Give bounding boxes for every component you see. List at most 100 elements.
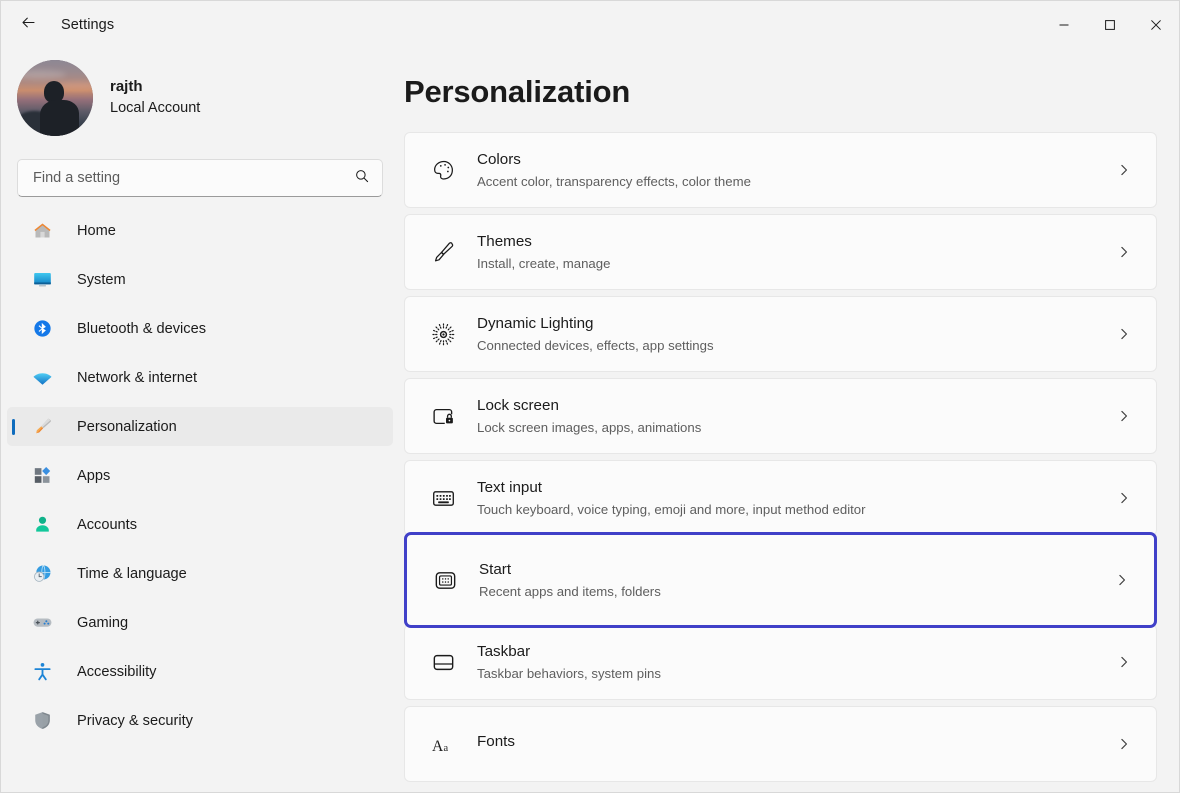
accessibility-icon xyxy=(31,661,53,683)
main-content: Personalization Colors Accent color, tra… xyxy=(399,48,1179,792)
avatar xyxy=(17,59,93,136)
time-language-icon xyxy=(31,563,53,585)
sidebar-item-label: Accessibility xyxy=(77,663,157,680)
bluetooth-icon xyxy=(31,318,53,340)
card-text: Themes Install, create, manage xyxy=(477,232,1110,273)
sidebar-item-home[interactable]: Home xyxy=(7,211,393,250)
search-input[interactable] xyxy=(33,170,354,186)
account-text: rajth Local Account xyxy=(110,77,200,118)
settings-card-dynamic-lighting[interactable]: Dynamic Lighting Connected devices, effe… xyxy=(404,296,1157,372)
sidebar-item-apps[interactable]: Apps xyxy=(7,456,393,495)
sidebar-item-network[interactable]: Network & internet xyxy=(7,358,393,397)
close-button[interactable] xyxy=(1133,1,1179,48)
back-button[interactable] xyxy=(11,9,45,41)
selection-indicator xyxy=(12,418,15,435)
sidebar-item-label: Privacy & security xyxy=(77,712,193,729)
chevron-right-icon xyxy=(1110,655,1138,669)
sidebar-item-accessibility[interactable]: Accessibility xyxy=(7,652,393,691)
card-title: Colors xyxy=(477,150,521,168)
app-title: Settings xyxy=(61,16,115,33)
account-block[interactable]: rajth Local Account xyxy=(1,48,399,136)
paintbrush-icon xyxy=(425,240,461,265)
settings-card-colors[interactable]: Colors Accent color, transparency effect… xyxy=(404,132,1157,208)
card-subtitle: Connected devices, effects, app settings xyxy=(477,338,714,354)
home-icon xyxy=(31,220,53,242)
sidebar-item-gaming[interactable]: Gaming xyxy=(7,603,393,642)
fonts-icon: A a xyxy=(425,732,461,757)
sidebar-item-label: Personalization xyxy=(77,418,177,435)
chevron-right-icon xyxy=(1110,491,1138,505)
apps-icon xyxy=(31,465,53,487)
settings-card-fonts[interactable]: A a Fonts xyxy=(404,706,1157,782)
card-subtitle: Accent color, transparency effects, colo… xyxy=(477,174,751,190)
card-title: Start xyxy=(479,560,512,578)
chevron-right-icon xyxy=(1110,737,1138,751)
start-icon xyxy=(427,568,463,593)
sidebar-item-label: Gaming xyxy=(77,614,129,631)
card-subtitle: Touch keyboard, voice typing, emoji and … xyxy=(477,502,866,518)
maximize-icon xyxy=(1105,19,1115,30)
maximize-button[interactable] xyxy=(1087,1,1133,48)
card-text: Taskbar Taskbar behaviors, system pins xyxy=(477,642,1110,683)
title-bar: Settings xyxy=(1,1,1179,48)
system-icon xyxy=(31,269,53,291)
settings-card-list: Colors Accent color, transparency effect… xyxy=(404,132,1157,782)
settings-card-start[interactable]: Start Recent apps and items, folders xyxy=(404,532,1157,628)
sidebar-item-label: Accounts xyxy=(77,516,138,533)
search-box[interactable] xyxy=(17,159,383,197)
paintbrush-icon xyxy=(31,416,53,438)
sidebar-item-privacy-security[interactable]: Privacy & security xyxy=(7,701,393,740)
chevron-right-icon xyxy=(1110,163,1138,177)
card-subtitle: Lock screen images, apps, animations xyxy=(477,420,702,436)
settings-window: Settings rajth Local Account Find a sett… xyxy=(0,0,1180,793)
wifi-icon xyxy=(31,367,53,389)
sidebar-item-personalization[interactable]: Personalization xyxy=(7,407,393,446)
chevron-right-icon xyxy=(1108,573,1136,587)
card-text: Colors Accent color, transparency effect… xyxy=(477,150,1110,191)
chevron-right-icon xyxy=(1110,245,1138,259)
sidebar-item-system[interactable]: System xyxy=(7,260,393,299)
settings-card-text-input[interactable]: Text input Touch keyboard, voice typing,… xyxy=(404,460,1157,536)
minimize-button[interactable] xyxy=(1041,1,1087,48)
settings-card-taskbar[interactable]: Taskbar Taskbar behaviors, system pins xyxy=(404,624,1157,700)
card-subtitle: Recent apps and items, folders xyxy=(479,584,661,600)
dynamic-lighting-icon xyxy=(425,322,461,347)
card-text: Start Recent apps and items, folders xyxy=(479,560,1108,601)
card-text: Lock screen Lock screen images, apps, an… xyxy=(477,396,1110,437)
lock-screen-icon xyxy=(425,404,461,429)
taskbar-icon xyxy=(425,650,461,675)
sidebar-item-label: Apps xyxy=(77,467,111,484)
settings-card-themes[interactable]: Themes Install, create, manage xyxy=(404,214,1157,290)
card-text: Fonts xyxy=(477,732,1110,756)
close-icon xyxy=(1151,19,1161,30)
card-text: Text input Touch keyboard, voice typing,… xyxy=(477,478,1110,519)
card-title: Fonts xyxy=(477,733,515,751)
sidebar: rajth Local Account Find a setting Home … xyxy=(1,48,399,792)
window-body: rajth Local Account Find a setting Home … xyxy=(1,48,1179,792)
sidebar-item-accounts[interactable]: Accounts xyxy=(7,505,393,544)
sidebar-item-bluetooth[interactable]: Bluetooth & devices xyxy=(7,309,393,348)
accounts-icon xyxy=(31,514,53,536)
card-subtitle: Install, create, manage xyxy=(477,256,611,272)
minimize-icon xyxy=(1059,24,1069,25)
sidebar-item-label: Home xyxy=(77,222,116,239)
chevron-right-icon xyxy=(1110,327,1138,341)
account-name: rajth xyxy=(110,78,143,96)
svg-text:A: A xyxy=(432,737,444,754)
keyboard-icon xyxy=(425,486,461,511)
back-arrow-icon xyxy=(20,14,37,36)
card-title: Taskbar xyxy=(477,642,531,660)
svg-text:a: a xyxy=(443,742,448,753)
card-title: Lock screen xyxy=(477,396,559,414)
sidebar-item-label: Time & language xyxy=(77,565,187,582)
sidebar-item-time-language[interactable]: Time & language xyxy=(7,554,393,593)
sidebar-item-label: System xyxy=(77,271,126,288)
palette-icon xyxy=(425,158,461,183)
card-subtitle: Taskbar behaviors, system pins xyxy=(477,666,661,682)
window-controls xyxy=(1041,1,1179,48)
settings-card-lock-screen[interactable]: Lock screen Lock screen images, apps, an… xyxy=(404,378,1157,454)
shield-icon xyxy=(31,710,53,732)
card-title: Dynamic Lighting xyxy=(477,314,594,332)
page-title: Personalization xyxy=(404,74,631,109)
sidebar-nav: Home System Bluetooth & devices Network … xyxy=(1,211,399,740)
